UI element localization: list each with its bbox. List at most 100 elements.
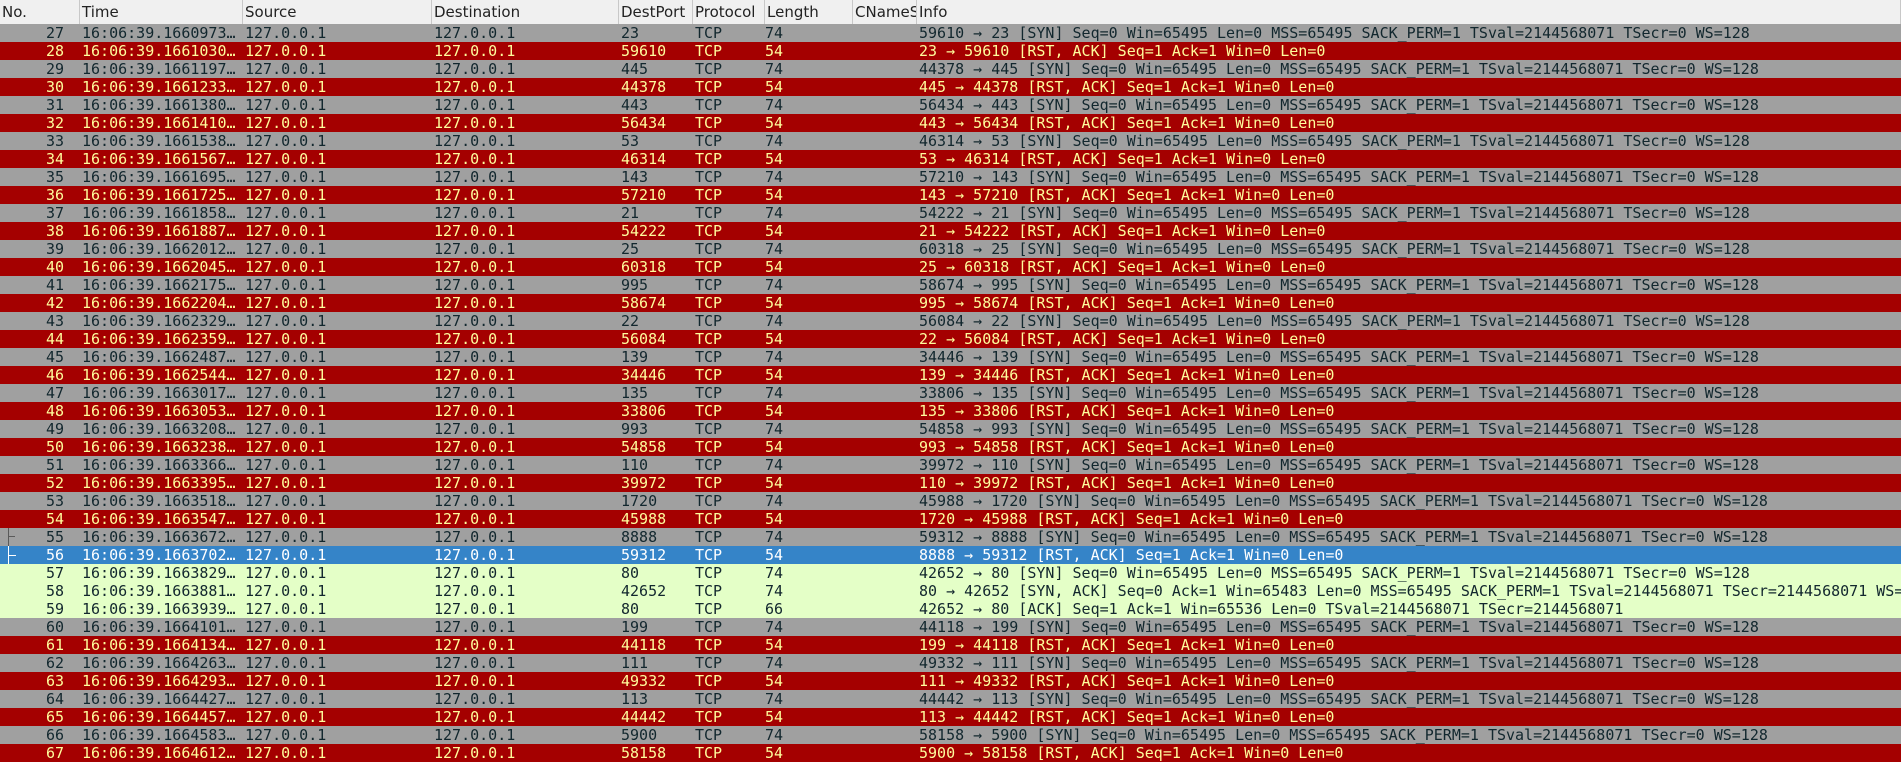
packet-row[interactable]: 47 16:06:39.1663017… 127.0.0.1 127.0.0.1 135… [0, 384, 1901, 402]
column-header-destination[interactable]: Destination [432, 0, 619, 24]
cell-time: 16:06:39.1663208… [82, 420, 236, 438]
cell-destination: 127.0.0.1 [434, 78, 516, 96]
column-header-time[interactable]: Time [80, 0, 243, 24]
column-header-no[interactable]: No. [0, 0, 80, 24]
packet-row[interactable]: 51 16:06:39.1663366… 127.0.0.1 127.0.0.1 110… [0, 456, 1901, 474]
packet-row[interactable]: 45 16:06:39.1662487… 127.0.0.1 127.0.0.1 139… [0, 348, 1901, 366]
cell-destport: 54858 [621, 438, 667, 456]
packet-row[interactable]: 30 16:06:39.1661233… 127.0.0.1 127.0.0.1 443… [0, 78, 1901, 96]
cell-cnames [855, 24, 917, 42]
packet-row[interactable]: 35 16:06:39.1661695… 127.0.0.1 127.0.0.1 143… [0, 168, 1901, 186]
cell-source: 127.0.0.1 [245, 492, 327, 510]
cell-info: 53 → 46314 [RST, ACK] Seq=1 Ack=1 Win=0 … [919, 150, 1326, 168]
cell-destport: 45988 [621, 510, 667, 528]
packet-row[interactable]: 43 16:06:39.1662329… 127.0.0.1 127.0.0.1 22 T… [0, 312, 1901, 330]
related-packet-bracket-icon [8, 528, 19, 546]
cell-destination: 127.0.0.1 [434, 420, 516, 438]
cell-no: 60 [45, 618, 64, 636]
packet-row[interactable]: 28 16:06:39.1661030… 127.0.0.1 127.0.0.1 596… [0, 42, 1901, 60]
packet-row[interactable]: 42 16:06:39.1662204… 127.0.0.1 127.0.0.1 586… [0, 294, 1901, 312]
packet-row[interactable]: 63 16:06:39.1664293… 127.0.0.1 127.0.0.1 493… [0, 672, 1901, 690]
cell-protocol: TCP [695, 420, 723, 438]
packet-list-rows[interactable]: 27 16:06:39.1660973… 127.0.0.1 127.0.0.1 23 T… [0, 24, 1901, 762]
cell-info: 135 → 33806 [RST, ACK] Seq=1 Ack=1 Win=0… [919, 402, 1335, 420]
cell-destport: 59312 [621, 546, 667, 564]
cell-source: 127.0.0.1 [245, 528, 327, 546]
packet-row[interactable]: 54 16:06:39.1663547… 127.0.0.1 127.0.0.1 459… [0, 510, 1901, 528]
cell-no: 40 [45, 258, 64, 276]
packet-row[interactable]: 49 16:06:39.1663208… 127.0.0.1 127.0.0.1 993… [0, 420, 1901, 438]
cell-protocol: TCP [695, 492, 723, 510]
packet-row[interactable]: 50 16:06:39.1663238… 127.0.0.1 127.0.0.1 548… [0, 438, 1901, 456]
column-header-length[interactable]: Length [765, 0, 853, 24]
cell-no: 41 [45, 276, 64, 294]
packet-row[interactable]: 40 16:06:39.1662045… 127.0.0.1 127.0.0.1 603… [0, 258, 1901, 276]
cell-destport: 42652 [621, 582, 667, 600]
packet-row[interactable]: 59 16:06:39.1663939… 127.0.0.1 127.0.0.1 80 T… [0, 600, 1901, 618]
packet-row[interactable]: 53 16:06:39.1663518… 127.0.0.1 127.0.0.1 172… [0, 492, 1901, 510]
packet-row[interactable]: 41 16:06:39.1662175… 127.0.0.1 127.0.0.1 995… [0, 276, 1901, 294]
cell-destination: 127.0.0.1 [434, 672, 516, 690]
cell-time: 16:06:39.1660973… [82, 24, 236, 42]
cell-destination: 127.0.0.1 [434, 654, 516, 672]
packet-row[interactable]: 55 16:06:39.1663672… 127.0.0.1 127.0.0.1 888… [0, 528, 1901, 546]
packet-row-selected[interactable]: 56 16:06:39.1663702… 127.0.0.1 127.0.0.1 593… [0, 546, 1901, 564]
packet-row[interactable]: 67 16:06:39.1664612… 127.0.0.1 127.0.0.1 581… [0, 744, 1901, 762]
packet-row[interactable]: 33 16:06:39.1661538… 127.0.0.1 127.0.0.1 53 T… [0, 132, 1901, 150]
cell-time: 16:06:39.1663881… [82, 582, 236, 600]
packet-row[interactable]: 48 16:06:39.1663053… 127.0.0.1 127.0.0.1 338… [0, 402, 1901, 420]
cell-length: 54 [765, 78, 784, 96]
packet-row[interactable]: 64 16:06:39.1664427… 127.0.0.1 127.0.0.1 113… [0, 690, 1901, 708]
cell-destport: 33806 [621, 402, 667, 420]
cell-length: 54 [765, 186, 784, 204]
cell-source: 127.0.0.1 [245, 690, 327, 708]
packet-row[interactable]: 58 16:06:39.1663881… 127.0.0.1 127.0.0.1 426… [0, 582, 1901, 600]
cell-info: 49332 → 111 [SYN] Seq=0 Win=65495 Len=0 … [919, 654, 1759, 672]
cell-info: 59312 → 8888 [SYN] Seq=0 Win=65495 Len=0… [919, 528, 1768, 546]
column-header-destport[interactable]: DestPort [619, 0, 693, 24]
cell-no: 52 [45, 474, 64, 492]
packet-row[interactable]: 44 16:06:39.1662359… 127.0.0.1 127.0.0.1 560… [0, 330, 1901, 348]
cell-cnames [855, 654, 917, 672]
cell-protocol: TCP [695, 204, 723, 222]
packet-row[interactable]: 52 16:06:39.1663395… 127.0.0.1 127.0.0.1 399… [0, 474, 1901, 492]
packet-row[interactable]: 36 16:06:39.1661725… 127.0.0.1 127.0.0.1 572… [0, 186, 1901, 204]
cell-no: 30 [45, 78, 64, 96]
column-header-protocol[interactable]: Protocol [693, 0, 765, 24]
cell-time: 16:06:39.1661030… [82, 42, 236, 60]
packet-row[interactable]: 29 16:06:39.1661197… 127.0.0.1 127.0.0.1 445… [0, 60, 1901, 78]
cell-cnames [855, 240, 917, 258]
column-header-info[interactable]: Info [917, 0, 1901, 24]
cell-destination: 127.0.0.1 [434, 690, 516, 708]
cell-info: 54222 → 21 [SYN] Seq=0 Win=65495 Len=0 M… [919, 204, 1750, 222]
packet-row[interactable]: 62 16:06:39.1664263… 127.0.0.1 127.0.0.1 111… [0, 654, 1901, 672]
cell-length: 74 [765, 312, 784, 330]
packet-row[interactable]: 46 16:06:39.1662544… 127.0.0.1 127.0.0.1 344… [0, 366, 1901, 384]
cell-destination: 127.0.0.1 [434, 582, 516, 600]
cell-destination: 127.0.0.1 [434, 456, 516, 474]
packet-row[interactable]: 66 16:06:39.1664583… 127.0.0.1 127.0.0.1 590… [0, 726, 1901, 744]
cell-destination: 127.0.0.1 [434, 474, 516, 492]
packet-row[interactable]: 39 16:06:39.1662012… 127.0.0.1 127.0.0.1 25 T… [0, 240, 1901, 258]
cell-time: 16:06:39.1664612… [82, 744, 236, 762]
cell-destination: 127.0.0.1 [434, 618, 516, 636]
packet-row[interactable]: 65 16:06:39.1664457… 127.0.0.1 127.0.0.1 444… [0, 708, 1901, 726]
packet-row[interactable]: 31 16:06:39.1661380… 127.0.0.1 127.0.0.1 443… [0, 96, 1901, 114]
cell-protocol: TCP [695, 168, 723, 186]
cell-protocol: TCP [695, 402, 723, 420]
cell-destport: 44442 [621, 708, 667, 726]
packet-row[interactable]: 61 16:06:39.1664134… 127.0.0.1 127.0.0.1 441… [0, 636, 1901, 654]
cell-source: 127.0.0.1 [245, 132, 327, 150]
packet-row[interactable]: 32 16:06:39.1661410… 127.0.0.1 127.0.0.1 564… [0, 114, 1901, 132]
packet-row[interactable]: 37 16:06:39.1661858… 127.0.0.1 127.0.0.1 21 T… [0, 204, 1901, 222]
column-header-cnames[interactable]: CNameS [853, 0, 917, 24]
cell-length: 74 [765, 456, 784, 474]
packet-row[interactable]: 34 16:06:39.1661567… 127.0.0.1 127.0.0.1 463… [0, 150, 1901, 168]
cell-cnames [855, 78, 917, 96]
packet-list[interactable]: No. Time Source Destination DestPort Protocol… [0, 0, 1901, 763]
column-header-source[interactable]: Source [243, 0, 432, 24]
packet-row[interactable]: 57 16:06:39.1663829… 127.0.0.1 127.0.0.1 80 T… [0, 564, 1901, 582]
packet-row[interactable]: 27 16:06:39.1660973… 127.0.0.1 127.0.0.1 23 T… [0, 24, 1901, 42]
packet-row[interactable]: 60 16:06:39.1664101… 127.0.0.1 127.0.0.1 199… [0, 618, 1901, 636]
packet-row[interactable]: 38 16:06:39.1661887… 127.0.0.1 127.0.0.1 542… [0, 222, 1901, 240]
